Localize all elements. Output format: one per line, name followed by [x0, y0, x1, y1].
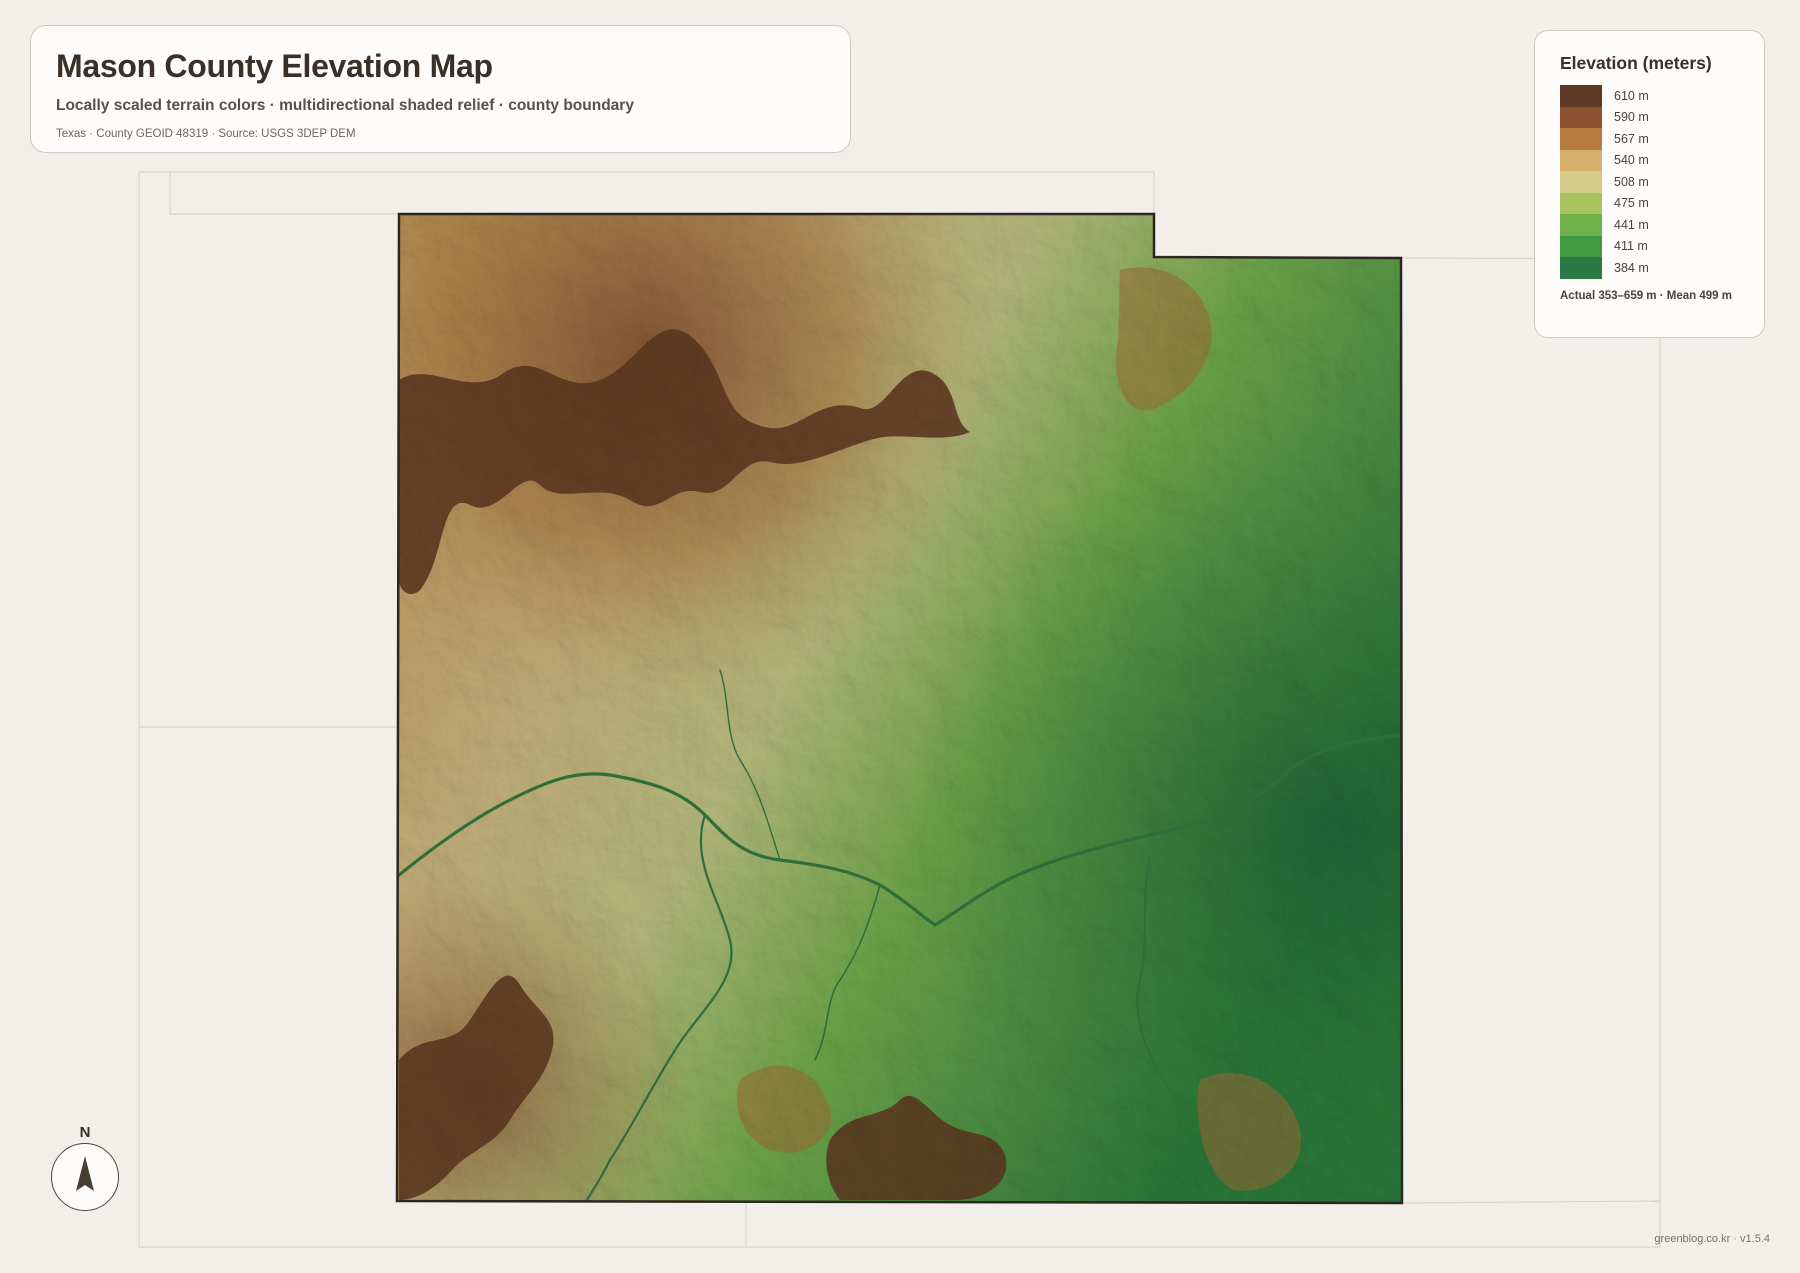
- legend-item: 567 m: [1560, 128, 1764, 150]
- source-note: Texas · County GEOID 48319 · Source: USG…: [56, 128, 356, 140]
- legend-item: 384 m: [1560, 257, 1764, 279]
- legend-label: 508 m: [1614, 174, 1649, 189]
- legend-item: 540 m: [1560, 149, 1764, 171]
- terrain-relief: [397, 214, 1402, 1203]
- legend-stats: Actual 353–659 m · Mean 499 m: [1560, 289, 1732, 302]
- legend-item: 411 m: [1560, 235, 1764, 257]
- legend-item: 475 m: [1560, 192, 1764, 214]
- legend-label: 610 m: [1614, 88, 1649, 103]
- legend-title: Elevation (meters): [1560, 53, 1712, 73]
- legend-swatches: 610 m 590 m 567 m 540 m 508 m 475 m 441 …: [1560, 85, 1764, 279]
- legend-swatch: [1560, 128, 1602, 150]
- north-arrow: N: [51, 1124, 119, 1211]
- legend-item: 441 m: [1560, 214, 1764, 236]
- legend-item: 610 m: [1560, 85, 1764, 107]
- legend-swatch: [1560, 214, 1602, 236]
- legend-label: 540 m: [1614, 153, 1649, 168]
- legend-swatch: [1560, 171, 1602, 193]
- elevation-legend: Elevation (meters) 610 m 590 m 567 m 540…: [1534, 30, 1765, 338]
- title-card: Mason County Elevation Map Locally scale…: [30, 25, 851, 153]
- legend-swatch: [1560, 257, 1602, 279]
- north-arrow-icon: [76, 1156, 94, 1191]
- legend-swatch: [1560, 149, 1602, 171]
- page-title: Mason County Elevation Map: [56, 48, 493, 84]
- legend-label: 567 m: [1614, 131, 1649, 146]
- north-label: N: [79, 1124, 91, 1141]
- legend-label: 475 m: [1614, 196, 1649, 211]
- legend-swatch: [1560, 192, 1602, 214]
- legend-label: 441 m: [1614, 217, 1649, 232]
- legend-swatch: [1560, 106, 1602, 128]
- north-arrow-circle: [51, 1143, 119, 1211]
- legend-label: 411 m: [1614, 239, 1648, 254]
- page-subtitle: Locally scaled terrain colors · multidir…: [56, 97, 634, 114]
- legend-swatch: [1560, 85, 1602, 107]
- elevation-map: [138, 171, 1661, 1248]
- legend-swatch: [1560, 235, 1602, 257]
- legend-item: 508 m: [1560, 171, 1764, 193]
- legend-label: 590 m: [1614, 110, 1649, 125]
- credit-text: greenblog.co.kr · v1.5.4: [1654, 1233, 1770, 1245]
- legend-item: 590 m: [1560, 106, 1764, 128]
- legend-label: 384 m: [1614, 260, 1649, 275]
